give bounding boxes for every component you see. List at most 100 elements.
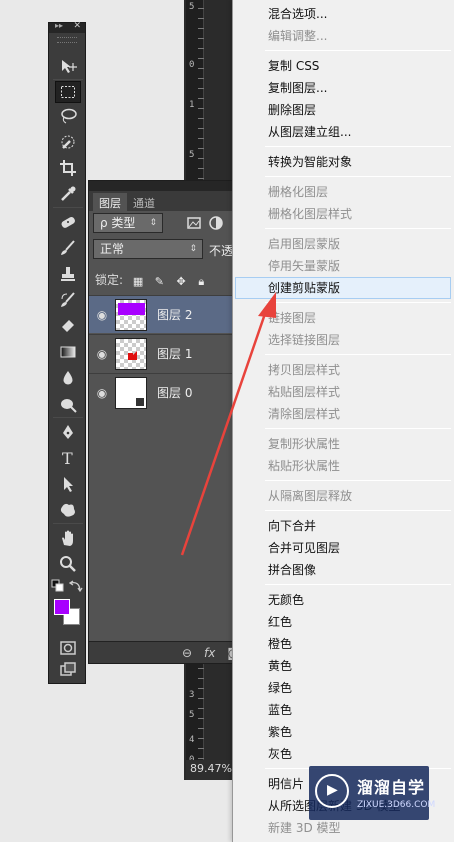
lasso-tool[interactable] [55,105,81,127]
menu-item: 启用图层蒙版 [268,237,341,251]
lock-row: 锁定: ▦ ✎ ✥ 🔒︎ [89,267,249,291]
tool-separator [53,417,83,418]
menu-item[interactable]: 红色 [235,611,451,633]
panel-grip[interactable] [57,37,77,43]
path-select-tool[interactable] [55,473,81,495]
menu-item[interactable]: 复制图层... [235,77,451,99]
menu-separator [265,510,451,511]
hand-tool[interactable] [55,527,81,549]
move-tool[interactable] [55,55,81,77]
magnifier-icon [60,556,76,572]
brush-tool[interactable] [55,237,81,259]
ruler-label: 4 [189,735,195,745]
history-brush-tool[interactable] [55,289,81,311]
foreground-color-swatch[interactable] [54,599,70,615]
tool-separator [53,207,83,208]
ruler-tick [198,8,204,9]
eraser-tool[interactable] [55,313,81,335]
menu-item: 拷贝图层样式 [268,363,341,377]
zoom-tool[interactable] [55,553,81,575]
menu-item[interactable]: 紫色 [235,721,451,743]
gradient-tool[interactable] [55,341,81,363]
crop-tool[interactable] [55,157,81,179]
lock-all-icon[interactable]: 🔒︎ [198,275,210,288]
menu-item[interactable]: 蓝色 [235,699,451,721]
hand-icon [62,530,73,546]
layer-row[interactable]: ◉ 图层 2 [89,295,249,333]
quick-mask-icon[interactable] [55,639,81,657]
stamp-tool[interactable] [55,263,81,285]
blend-mode-select[interactable]: 正常 ⇕ [93,239,203,259]
menu-separator [265,50,451,51]
lock-transparent-icon[interactable]: ▦ [133,275,145,288]
stamp-icon [61,267,75,281]
layers-tabs: 图层 通道 [89,191,247,211]
fx-icon[interactable]: fx [204,646,215,660]
menu-item[interactable]: 绿色 [235,677,451,699]
default-colors-icon[interactable] [51,579,65,593]
menu-item[interactable]: 混合选项... [235,3,451,25]
watermark-logo: 溜溜自学 ZIXUE.3D66.COM [309,766,435,820]
lock-pixels-icon[interactable]: ✎ [155,275,167,288]
layer-row[interactable]: ◉ 图层 1 [89,334,249,372]
menu-item[interactable]: 合并可见图层 [235,537,451,559]
ruler-tick [198,38,204,39]
layer-name: 图层 0 [157,386,193,400]
collapse-icon[interactable]: ▸▸ [55,21,63,30]
layer-thumbnail [115,298,147,331]
menu-separator [265,354,451,355]
history-brush-icon [61,292,75,307]
menu-item[interactable]: 灰色 [235,743,451,765]
dodge-tool[interactable] [55,393,81,415]
updown-caret-icon: ⇕ [149,218,157,228]
close-icon[interactable]: ✕ [73,21,81,31]
pen-tool[interactable] [55,421,81,443]
eraser-icon [62,320,74,332]
ruler-tick [198,698,204,699]
quick-select-tool[interactable] [55,131,81,153]
lock-position-icon[interactable]: ✥ [177,275,189,288]
menu-item[interactable]: 无颜色 [235,589,451,611]
menu-item[interactable]: 拼合图像 [235,559,451,581]
tools-panel: ▸▸ ✕ T [48,21,86,684]
menu-item: 清除图层样式 [268,407,341,421]
shape-tool[interactable] [55,499,81,521]
shape-icon [60,503,75,517]
eye-icon[interactable]: ◉ [89,386,115,400]
menu-item[interactable]: 黄色 [235,655,451,677]
menu-item[interactable]: 从图层建立组... [235,121,451,143]
menu-item[interactable]: 删除图层 [235,99,451,121]
tab-channels[interactable]: 通道 [127,193,161,211]
lock-label: 锁定: [95,273,124,287]
eye-icon[interactable]: ◉ [89,308,115,322]
menu-item[interactable]: 复制 CSS [235,55,451,77]
menu-item[interactable]: 橙色 [235,633,451,655]
type-tool[interactable]: T [55,447,81,469]
menu-separator [265,480,451,481]
link-icon[interactable]: ⊖ [182,646,192,660]
ruler-label: 0 [189,60,195,70]
layer-row[interactable]: ◉ 图层 0 [89,373,249,411]
layer-filter-select[interactable]: ρ 类型 ⇕ [93,213,163,233]
type-icon: T [62,449,73,467]
tool-separator [53,79,83,80]
ruler-tick [198,118,204,119]
eyedropper-tool[interactable] [55,183,81,205]
healing-tool[interactable] [55,211,81,233]
ruler-tick [198,708,204,709]
ruler-tick [198,178,204,179]
menu-separator [265,584,451,585]
swap-colors-icon[interactable] [69,579,83,593]
menu-item[interactable]: 转换为智能对象 [235,151,451,173]
screen-mode-icon[interactable] [55,661,81,679]
tab-layers[interactable]: 图层 [93,193,127,211]
menu-item[interactable]: 向下合并 [235,515,451,537]
adjustment-filter-icon[interactable] [203,212,229,234]
menu-item[interactable]: 创建剪贴蒙版 [235,277,451,299]
drop-icon [63,371,73,385]
menu-separator [265,176,451,177]
marquee-tool[interactable] [55,81,81,103]
eye-icon[interactable]: ◉ [89,347,115,361]
menu-separator [265,428,451,429]
blur-tool[interactable] [55,367,81,389]
